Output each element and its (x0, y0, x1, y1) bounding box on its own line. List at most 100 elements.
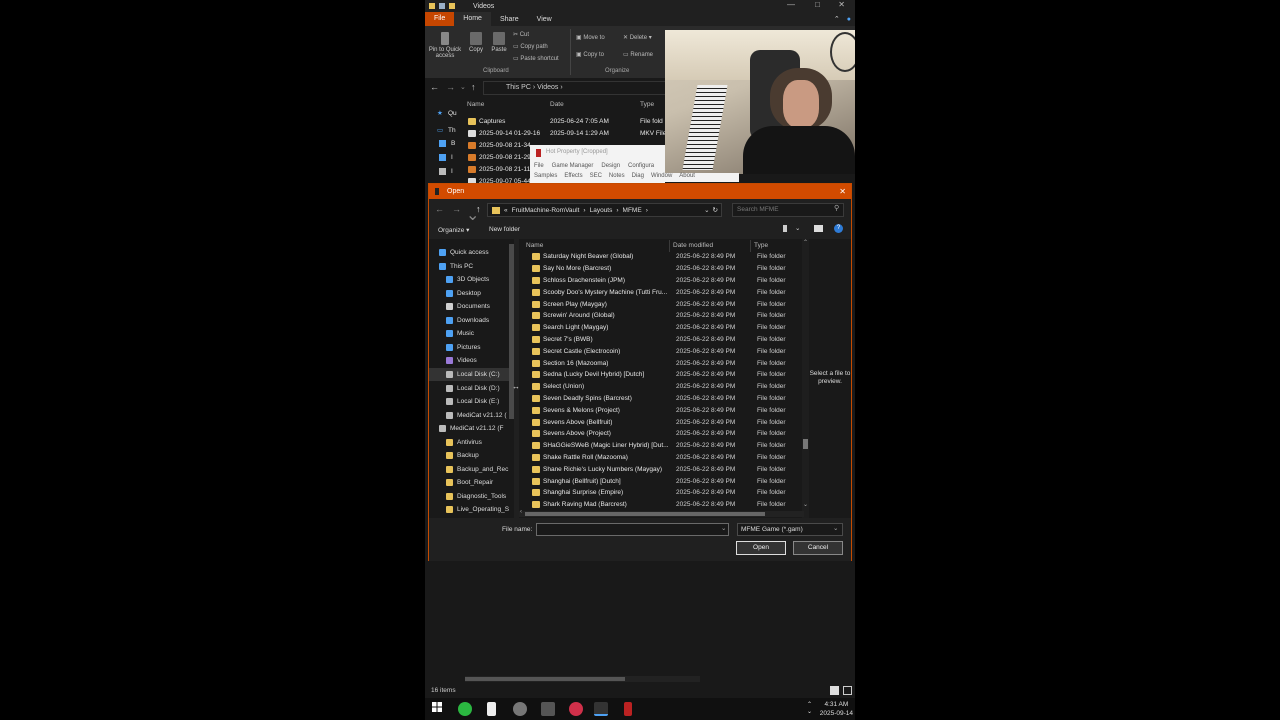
preview-pane-icon[interactable] (814, 225, 823, 232)
disk-tool-icon[interactable] (513, 702, 527, 716)
sidebar-item[interactable]: Downloads (446, 314, 489, 327)
sidebar-item[interactable]: Videos (446, 354, 477, 367)
scroll-thumb[interactable] (525, 512, 765, 516)
whatsapp-icon[interactable] (458, 702, 472, 716)
tool-icon[interactable] (541, 702, 555, 716)
col-date-header[interactable]: Date (550, 101, 564, 108)
menu-item-game-manager[interactable]: Game Manager (552, 163, 594, 169)
menu-item-configura[interactable]: Configura (628, 163, 654, 169)
file-row[interactable]: SHaGGieSWeB (Magic Liner Hybrid) [Dut...… (519, 440, 804, 452)
quick-access-icon[interactable]: ★ (437, 109, 443, 117)
refresh-icon[interactable]: ↻ (713, 206, 718, 214)
minimize-icon[interactable]: — (787, 0, 795, 9)
sidebar-item[interactable]: Backup_and_Rec (446, 463, 508, 476)
back-icon[interactable]: ← (430, 82, 439, 92)
copy-button[interactable]: Copy (467, 32, 485, 53)
nav-scrollbar[interactable] (509, 244, 514, 419)
close-icon[interactable]: ✕ (839, 187, 846, 196)
documents-icon[interactable] (439, 168, 446, 175)
file-row[interactable]: Schloss Drachenstein (JPM) 2025-06-22 8:4… (519, 275, 804, 287)
breadcrumb[interactable]: This PC › Videos › (483, 81, 668, 95)
sidebar-item[interactable]: 3D Objects (446, 273, 489, 286)
explorer-h-scrollbar[interactable] (465, 676, 700, 682)
col-date-header[interactable]: Date modified (673, 242, 713, 249)
view-options-icon[interactable] (783, 225, 787, 232)
organize-button[interactable]: Organize ▾ (438, 226, 469, 234)
maximize-icon[interactable]: □ (815, 0, 820, 9)
col-name-header[interactable]: Name (526, 242, 543, 249)
menu-item-effects[interactable]: Effects (564, 173, 582, 182)
scroll-thumb[interactable] (465, 677, 625, 681)
file-row[interactable]: Search Light (Maygay) 2025-06-22 8:49 PM F… (519, 322, 804, 334)
menu-item-window[interactable]: Window (651, 173, 672, 182)
col-type-header[interactable]: Type (640, 101, 654, 108)
menu-item-diag[interactable]: Diag (632, 173, 644, 182)
sidebar-item[interactable]: Local Disk (E:) (446, 395, 499, 408)
show-hidden-icons-icon[interactable]: ⌃ ⌄ (807, 701, 812, 715)
sidebar-item[interactable]: This PC (439, 260, 473, 273)
breadcrumb-videos[interactable]: Videos (537, 84, 558, 91)
chevron-down-icon[interactable]: ⌄ (795, 224, 800, 232)
file-row[interactable]: Shake Rattle Roll (Mazooma) 2025-06-22 8:… (519, 452, 804, 464)
file-row[interactable]: Screwin' Around (Global) 2025-06-22 8:49 … (519, 310, 804, 322)
copy-to-button[interactable]: ▣ Copy to (576, 51, 604, 58)
file-name-input[interactable] (536, 523, 729, 536)
file-row[interactable]: Say No More (Barcrest) 2025-06-22 8:49 PM… (519, 263, 804, 275)
sidebar-item[interactable]: MediCat v21.12 ( (446, 409, 507, 422)
file-row[interactable]: Shanghai (Bellfruit) [Dutch] 2025-06-22 8… (519, 475, 804, 487)
tab-file[interactable]: File (425, 12, 455, 26)
file-row[interactable]: Seven Deadly Spins (Barcrest) 2025-06-22 … (519, 393, 804, 405)
sidebar-item[interactable]: Quick access (439, 246, 489, 259)
file-row[interactable]: Sedna (Lucky Devil Hybrid) [Dutch] 2025-0… (519, 369, 804, 381)
sidebar-item[interactable]: MediCat v21.12 (F (439, 422, 503, 435)
chevron-down-icon[interactable]: ⌄ (833, 524, 838, 532)
tab-view[interactable]: View (528, 16, 561, 23)
file-row[interactable]: Secret 7's (BWB) 2025-06-22 8:49 PM File f… (519, 334, 804, 346)
scroll-up-icon[interactable]: ⌃ (803, 239, 808, 246)
breadcrumb-mfme[interactable]: MFME (623, 207, 642, 214)
menu-item-samples[interactable]: Samples (534, 173, 557, 182)
windows-start-icon[interactable] (432, 702, 446, 716)
objects-icon[interactable] (439, 140, 446, 147)
sidebar-item[interactable]: Backup (446, 449, 479, 462)
file-row[interactable]: Shanghai Surprise (Empire) 2025-06-22 8:4… (519, 487, 804, 499)
quick-folder-icon[interactable] (449, 3, 455, 9)
file-name-dropdown-icon[interactable]: ⌄ (721, 524, 726, 532)
menu-item-sec[interactable]: SEC (590, 173, 602, 182)
menu-item-notes[interactable]: Notes (609, 173, 625, 182)
col-type-header[interactable]: Type (754, 242, 768, 249)
paste-button[interactable]: Paste (489, 32, 509, 53)
copy-path-button[interactable]: ▭ Copy path (513, 43, 548, 50)
system-clock[interactable]: 4:31 AM 2025-09-14 (820, 700, 853, 718)
open-button[interactable]: Open (736, 541, 786, 555)
file-type-select[interactable]: MFME Game (*.gam) (737, 523, 843, 536)
file-row[interactable]: Shane Richie's Lucky Numbers (Maygay) 202… (519, 463, 804, 475)
sidebar-item[interactable]: Documents (446, 300, 490, 313)
cut-button[interactable]: ✂ Cut (513, 31, 529, 38)
list-item[interactable]: 2025-09-14 01-29-16 2025-09-14 1:29 AM MKV… (468, 127, 668, 139)
pin-quick-access-button[interactable]: Pin to Quick access (427, 32, 463, 59)
help-icon[interactable]: ● (843, 16, 855, 23)
paste-shortcut-button[interactable]: ▭ Paste shortcut (513, 55, 559, 62)
file-row[interactable]: Shark Raving Mad (Barcrest) 2025-06-22 8:… (519, 499, 804, 511)
forward-icon[interactable]: → (452, 204, 461, 214)
scroll-left-icon[interactable]: ‹ (520, 509, 522, 515)
help-icon[interactable]: ? (834, 224, 843, 233)
close-icon[interactable]: ✕ (838, 0, 845, 9)
sidebar-item[interactable]: Pictures (446, 341, 480, 354)
this-pc-icon[interactable]: ▭ (437, 126, 443, 134)
file-row[interactable]: Section 16 (Mazooma) 2025-06-22 8:49 PM Fi… (519, 357, 804, 369)
up-icon[interactable]: ↑ (471, 82, 476, 92)
list-item[interactable]: Captures 2025-06-24 7:05 AM File fold (468, 115, 668, 127)
desktop-icon[interactable] (439, 154, 446, 161)
chevron-up-icon[interactable]: ⌃ (831, 15, 843, 23)
file-row[interactable]: Select (Union) 2025-06-22 8:49 PM File fol… (519, 381, 804, 393)
sidebar-item[interactable]: Local Disk (C:) (429, 367, 509, 381)
sidebar-item[interactable]: Live_Operating_S (446, 503, 509, 516)
sidebar-item[interactable]: Diagnostic_Tools (446, 490, 506, 503)
sidebar-item[interactable]: Local Disk (D:) (446, 382, 500, 395)
forward-icon[interactable]: → (446, 82, 455, 92)
notepad-icon[interactable] (487, 702, 496, 716)
file-row[interactable]: Scooby Doo's Mystery Machine (Tutti Fru.… (519, 286, 804, 298)
address-bar[interactable]: « FruitMachine-RomVault › Layouts › MFME › … (487, 203, 722, 217)
